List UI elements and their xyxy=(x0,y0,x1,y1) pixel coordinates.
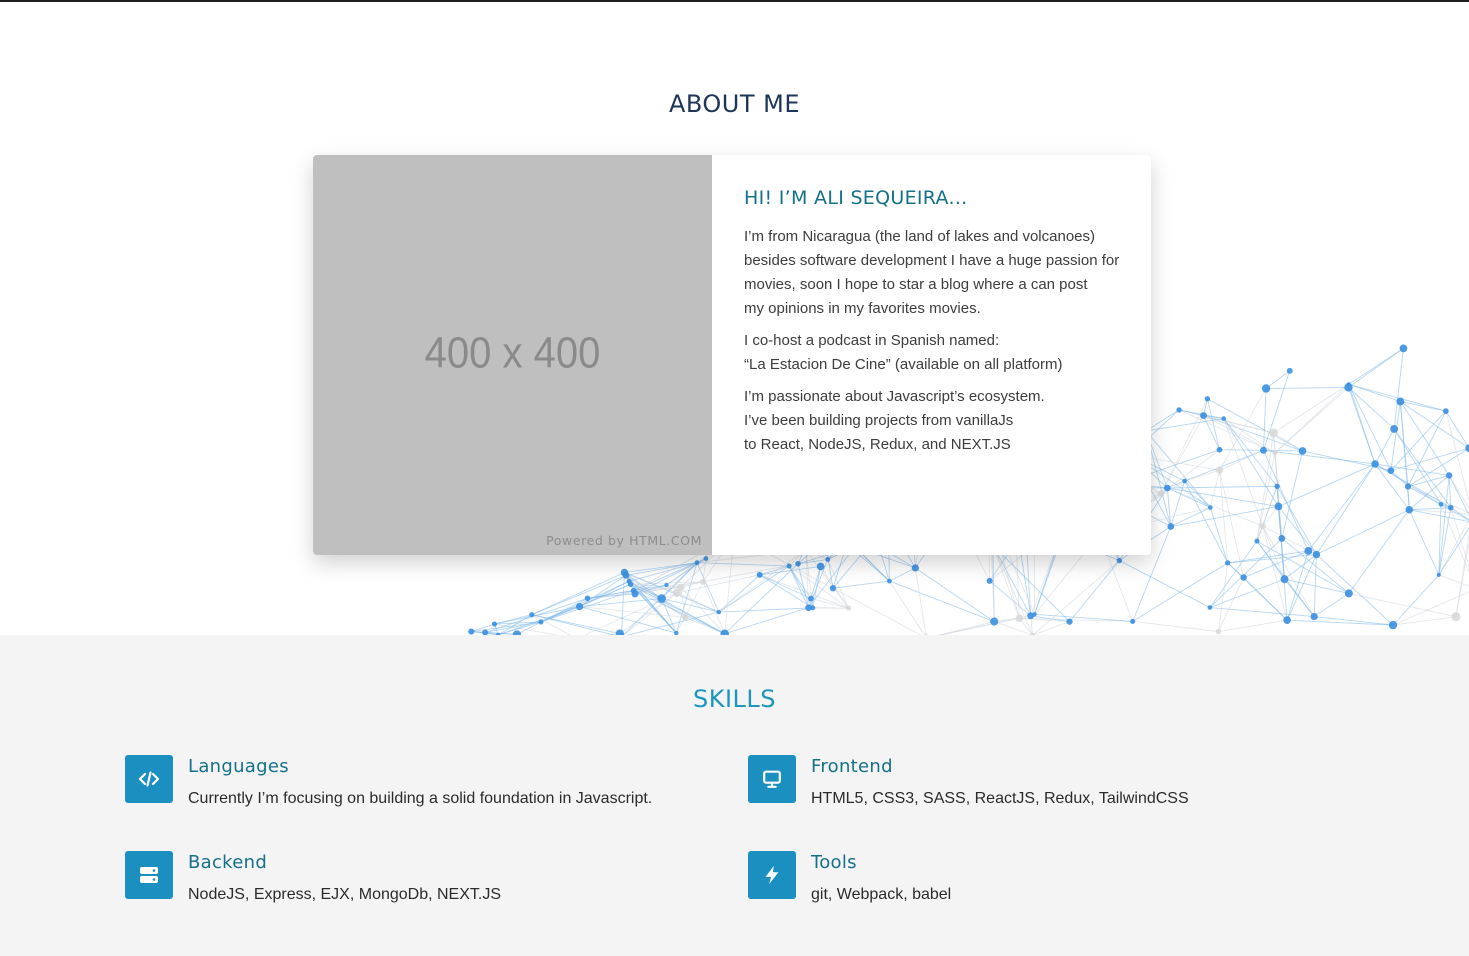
skill-tools: Tools git, Webpack, babel xyxy=(748,851,1308,911)
placeholder-credit: Powered by HTML.COM xyxy=(546,533,702,548)
skill-frontend: Frontend HTML5, CSS3, SASS, ReactJS, Red… xyxy=(748,755,1308,815)
code-icon xyxy=(125,755,173,803)
bio-paragraph: I’m passionate about Javascript’s ecosys… xyxy=(744,388,1045,453)
skill-description: Currently I’m focusing on building a sol… xyxy=(188,790,653,807)
profile-image-placeholder: 400 x 400 Powered by HTML.COM xyxy=(313,155,712,555)
skill-name: Backend xyxy=(188,852,268,873)
bio-greeting: HI! I’M ALI SEQUEIRA... xyxy=(744,187,968,209)
skill-description: NodeJS, Express, EJX, MongoDb, NEXT.JS xyxy=(188,886,502,903)
about-title: ABOUT ME xyxy=(668,90,801,118)
bio: HI! I’M ALI SEQUEIRA... I’m from Nicarag… xyxy=(744,187,1129,465)
skill-description: git, Webpack, babel xyxy=(811,886,952,903)
skill-name: Tools xyxy=(811,852,857,873)
monitor-icon xyxy=(748,755,796,803)
bio-paragraph: I’m from Nicaragua (the land of lakes an… xyxy=(744,228,1120,317)
placeholder-dimensions: 400 x 400 xyxy=(424,328,601,378)
skill-description: HTML5, CSS3, SASS, ReactJS, Redux, Tailw… xyxy=(811,790,1189,807)
skill-name: Frontend xyxy=(811,756,893,777)
server-icon xyxy=(125,851,173,899)
bio-paragraph: I co-host a podcast in Spanish named: “L… xyxy=(744,332,1063,373)
skills-title: SKILLS xyxy=(692,685,777,713)
skills-section: SKILLS Languages Currently I’m focusing … xyxy=(0,635,1469,956)
about-section: ABOUT ME 400 x 400 Powered by HTML.COM H… xyxy=(0,2,1469,635)
skill-name: Languages xyxy=(188,756,289,777)
skill-backend: Backend NodeJS, Express, EJX, MongoDb, N… xyxy=(125,851,685,911)
bolt-icon xyxy=(748,851,796,899)
skill-languages: Languages Currently I’m focusing on buil… xyxy=(125,755,685,815)
about-card: 400 x 400 Powered by HTML.COM HI! I’M AL… xyxy=(313,155,1151,555)
